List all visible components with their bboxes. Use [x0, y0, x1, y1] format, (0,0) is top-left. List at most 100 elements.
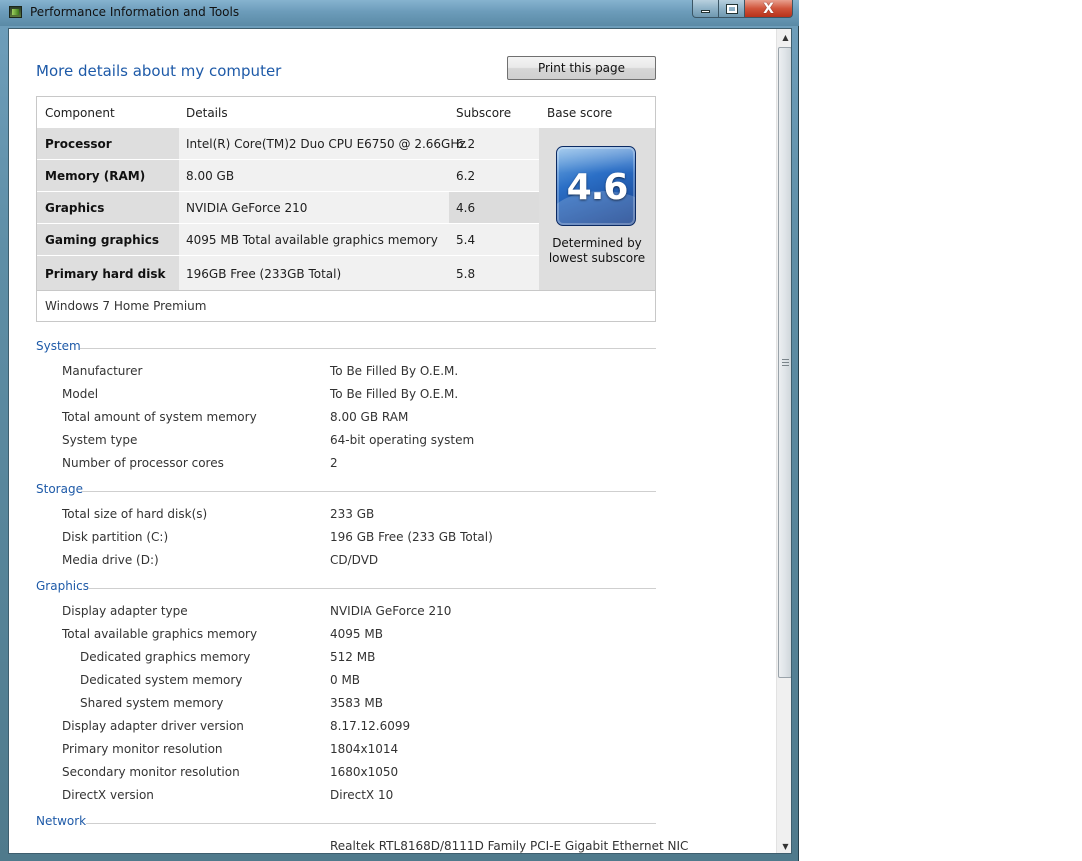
detail-value: 512 MB: [330, 650, 376, 664]
os-edition-row: Windows 7 Home Premium: [37, 290, 655, 321]
detail-row: Display adapter type NVIDIA GeForce 210: [9, 604, 775, 624]
component-name: Memory (RAM): [45, 169, 146, 183]
component-details: 4095 MB Total available graphics memory: [186, 233, 438, 247]
section-network-header: Network: [36, 814, 656, 832]
section-divider: [86, 823, 656, 824]
score-table: Component Details Subscore Base score Pr…: [36, 96, 656, 322]
close-icon: X: [763, 0, 774, 17]
component-subscore: 6.2: [456, 169, 476, 183]
scroll-down-arrow-icon: ▼: [782, 842, 789, 851]
component-name: Primary hard disk: [45, 267, 166, 281]
component-subscore: 6.2: [456, 137, 476, 151]
base-score-caption: Determined by lowest subscore: [548, 236, 646, 265]
section-graphics-header: Graphics: [36, 579, 656, 597]
base-score-badge: 4.6: [556, 146, 636, 226]
detail-row: Disk partition (C:) 196 GB Free (233 GB …: [9, 530, 775, 550]
detail-row: Total amount of system memory 8.00 GB RA…: [9, 410, 775, 430]
detail-row: Media drive (D:) CD/DVD: [9, 553, 775, 573]
page-title: More details about my computer: [36, 62, 282, 80]
section-divider: [80, 348, 656, 349]
app-window: Performance Information and Tools X More…: [0, 0, 799, 861]
scroll-down-button[interactable]: ▼: [777, 838, 791, 853]
detail-value: 1680x1050: [330, 765, 399, 779]
score-table-header: Component Details Subscore Base score: [37, 97, 655, 128]
client-area: More details about my computer Print thi…: [8, 28, 792, 854]
detail-row: Secondary monitor resolution 1680x1050: [9, 765, 775, 785]
detail-row: Number of processor cores 2: [9, 456, 775, 476]
score-row-gaming-graphics: Gaming graphics 4095 MB Total available …: [37, 224, 539, 255]
detail-label: Number of processor cores: [62, 456, 224, 470]
detail-value: NVIDIA GeForce 210: [330, 604, 452, 618]
score-row-processor: Processor Intel(R) Core(TM)2 Duo CPU E67…: [37, 128, 539, 159]
detail-label: Display adapter driver version: [62, 719, 244, 733]
detail-label: Shared system memory: [80, 696, 224, 710]
detail-row: Shared system memory 3583 MB: [9, 696, 775, 716]
header-details: Details: [186, 106, 228, 120]
print-page-button[interactable]: Print this page: [507, 56, 656, 80]
base-score-value: 4.6: [566, 167, 629, 208]
detail-row: Total size of hard disk(s) 233 GB: [9, 507, 775, 527]
detail-row: DirectX version DirectX 10: [9, 788, 775, 808]
component-subscore: 5.4: [456, 233, 476, 247]
header-component: Component: [45, 106, 115, 120]
detail-row: Manufacturer To Be Filled By O.E.M.: [9, 364, 775, 384]
component-details: Intel(R) Core(TM)2 Duo CPU E6750 @ 2.66G…: [186, 137, 466, 151]
detail-label: Total available graphics memory: [62, 627, 258, 641]
detail-label: System type: [62, 433, 138, 447]
component-name: Graphics: [45, 201, 105, 215]
detail-row: Model To Be Filled By O.E.M.: [9, 387, 775, 407]
section-title: System: [36, 339, 85, 353]
component-details: NVIDIA GeForce 210: [186, 201, 308, 215]
detail-value: CD/DVD: [330, 553, 379, 567]
detail-label: Dedicated graphics memory: [80, 650, 251, 664]
details-content: More details about my computer Print thi…: [9, 29, 775, 853]
section-system-header: System: [36, 339, 656, 357]
component-details: 196GB Free (233GB Total): [186, 267, 342, 281]
detail-value: 8.17.12.6099: [330, 719, 411, 733]
detail-value: 0 MB: [330, 673, 361, 687]
detail-row: Total available graphics memory 4095 MB: [9, 627, 775, 647]
caption-buttons: X: [692, 0, 793, 18]
section-title: Storage: [36, 482, 87, 496]
component-name: Processor: [45, 137, 112, 151]
scroll-thumb[interactable]: [778, 47, 791, 678]
detail-value: 196 GB Free (233 GB Total): [330, 530, 493, 544]
detail-label: Dedicated system memory: [80, 673, 243, 687]
score-row-hard-disk: Primary hard disk 196GB Free (233GB Tota…: [37, 256, 539, 290]
detail-label: Total amount of system memory: [62, 410, 257, 424]
section-divider: [88, 588, 656, 589]
minimize-button[interactable]: [692, 0, 719, 18]
detail-value: Realtek RTL8168D/8111D Family PCI-E Giga…: [330, 839, 689, 853]
detail-label: DirectX version: [62, 788, 154, 802]
detail-label: Total size of hard disk(s): [62, 507, 208, 521]
maximize-button[interactable]: [719, 0, 745, 18]
detail-label: Manufacturer: [62, 364, 143, 378]
vertical-scrollbar[interactable]: ▲ ▼: [776, 29, 791, 853]
performance-app-icon: [9, 6, 22, 18]
detail-label: Display adapter type: [62, 604, 188, 618]
section-storage-header: Storage: [36, 482, 656, 500]
close-button[interactable]: X: [745, 0, 793, 18]
detail-value: DirectX 10: [330, 788, 394, 802]
detail-value: 64-bit operating system: [330, 433, 475, 447]
scroll-up-arrow-icon: ▲: [782, 33, 789, 42]
detail-row: Dedicated graphics memory 512 MB: [9, 650, 775, 670]
detail-value: 233 GB: [330, 507, 375, 521]
detail-value: To Be Filled By O.E.M.: [330, 364, 459, 378]
section-title: Graphics: [36, 579, 93, 593]
os-edition: Windows 7 Home Premium: [45, 299, 207, 313]
component-subscore: 5.8: [456, 267, 476, 281]
detail-value: 1804x1014: [330, 742, 399, 756]
maximize-icon: [725, 3, 738, 14]
detail-row: Realtek RTL8168D/8111D Family PCI-E Giga…: [9, 839, 775, 853]
detail-label: Primary monitor resolution: [62, 742, 223, 756]
score-row-memory: Memory (RAM) 8.00 GB 6.2: [37, 160, 539, 191]
window-title: Performance Information and Tools: [30, 5, 240, 19]
detail-label: Media drive (D:): [62, 553, 159, 567]
title-bar[interactable]: Performance Information and Tools X: [0, 0, 799, 26]
detail-value: 2: [330, 456, 338, 470]
scroll-up-button[interactable]: ▲: [777, 29, 791, 46]
detail-value: 8.00 GB RAM: [330, 410, 409, 424]
detail-value: 4095 MB: [330, 627, 383, 641]
component-subscore: 4.6: [456, 201, 476, 215]
